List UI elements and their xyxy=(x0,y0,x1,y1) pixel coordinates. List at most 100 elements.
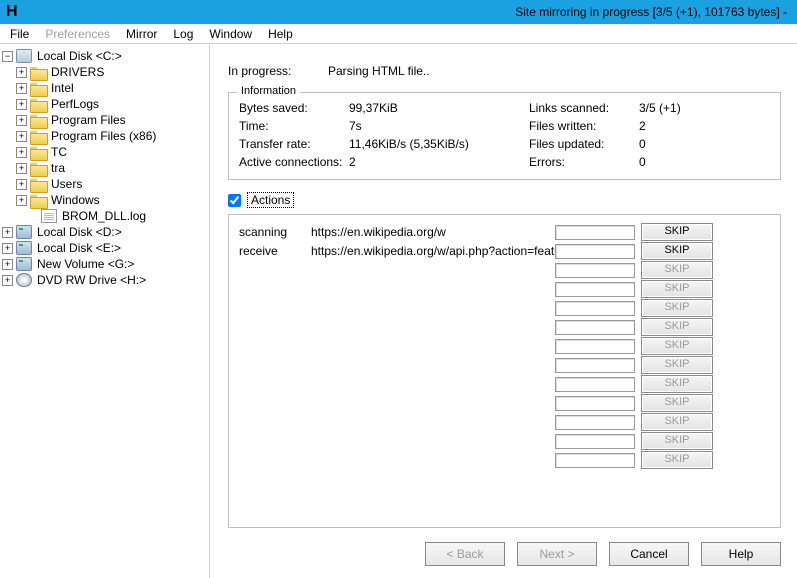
action-row: SKIP xyxy=(239,280,770,298)
skip-button: SKIP xyxy=(641,375,713,393)
information-group: Information Bytes saved:99,37KiBLinks sc… xyxy=(228,92,781,180)
expand-icon[interactable]: + xyxy=(16,131,27,142)
skip-button: SKIP xyxy=(641,299,713,317)
tree-node-file[interactable]: BROM_DLL.log xyxy=(0,208,209,224)
expand-icon[interactable]: + xyxy=(16,147,27,158)
information-legend: Information xyxy=(237,85,300,97)
action-row: SKIP xyxy=(239,299,770,317)
action-progress xyxy=(555,396,635,411)
tree-node-folder[interactable]: + Windows xyxy=(0,192,209,208)
expand-icon[interactable]: + xyxy=(16,163,27,174)
help-button[interactable]: Help xyxy=(701,542,781,566)
in-progress-label: In progress: xyxy=(228,64,328,78)
info-cell: Errors: xyxy=(529,155,639,169)
action-progress xyxy=(555,358,635,373)
skip-button: SKIP xyxy=(641,337,713,355)
skip-button: SKIP xyxy=(641,413,713,431)
expand-icon[interactable]: + xyxy=(2,259,13,270)
tree-node-folder[interactable]: + Intel xyxy=(0,80,209,96)
info-cell: Time: xyxy=(239,119,349,133)
action-progress xyxy=(555,434,635,449)
tree-label: Local Disk <E:> xyxy=(35,241,123,255)
actions-checkbox[interactable] xyxy=(228,194,241,207)
action-url: https://en.wikipedia.org/w/api.php?actio… xyxy=(311,244,555,258)
skip-button: SKIP xyxy=(641,394,713,412)
action-progress xyxy=(555,282,635,297)
menu-mirror[interactable]: Mirror xyxy=(118,25,165,43)
menu-preferences: Preferences xyxy=(37,25,118,43)
tree-node-folder[interactable]: + Program Files (x86) xyxy=(0,128,209,144)
main-panel: In progress: Parsing HTML file.. Informa… xyxy=(210,44,797,578)
tree-node-folder[interactable]: +TC xyxy=(0,144,209,160)
tree-node-folder[interactable]: +Users xyxy=(0,176,209,192)
info-cell: 11,46KiB/s (5,35KiB/s) xyxy=(349,137,529,151)
action-row: receivehttps://en.wikipedia.org/w/api.ph… xyxy=(239,242,770,260)
tree-label: Intel xyxy=(49,81,76,95)
tree-node-folder[interactable]: + DRIVERS xyxy=(0,64,209,80)
tree-node-drive[interactable]: + New Volume <G:> xyxy=(0,256,209,272)
tree-label: Local Disk <D:> xyxy=(35,225,124,239)
skip-button[interactable]: SKIP xyxy=(641,223,713,241)
tree-node-folder[interactable]: + Program Files xyxy=(0,112,209,128)
tree-label: Program Files xyxy=(49,113,128,127)
folder-icon xyxy=(30,193,46,207)
expand-icon[interactable]: + xyxy=(16,67,27,78)
folder-icon xyxy=(30,65,46,79)
action-row: SKIP xyxy=(239,375,770,393)
info-cell: 0 xyxy=(639,155,699,169)
tree-node-folder[interactable]: +tra xyxy=(0,160,209,176)
expand-icon[interactable]: + xyxy=(16,115,27,126)
menu-window[interactable]: Window xyxy=(201,25,260,43)
folder-icon xyxy=(30,113,46,127)
disk-icon xyxy=(16,49,32,63)
skip-button: SKIP xyxy=(641,261,713,279)
tree-node-drive[interactable]: + Local Disk <E:> xyxy=(0,240,209,256)
expand-icon[interactable]: + xyxy=(16,195,27,206)
action-row: SKIP xyxy=(239,451,770,469)
action-row: SKIP xyxy=(239,261,770,279)
tree-node-drive[interactable]: + DVD RW Drive <H:> xyxy=(0,272,209,288)
drive-icon xyxy=(16,241,32,255)
expand-icon[interactable]: + xyxy=(16,83,27,94)
folder-icon xyxy=(30,177,46,191)
drive-icon xyxy=(16,273,32,287)
cancel-button[interactable]: Cancel xyxy=(609,542,689,566)
expand-icon[interactable]: + xyxy=(2,227,13,238)
expand-icon[interactable]: + xyxy=(16,99,27,110)
window-title: Site mirroring in progress [3/5 (+1), 10… xyxy=(515,5,791,19)
tree-label: DVD RW Drive <H:> xyxy=(35,273,148,287)
action-progress xyxy=(555,377,635,392)
expand-icon[interactable]: + xyxy=(2,275,13,286)
menu-help[interactable]: Help xyxy=(260,25,301,43)
tree-label: Windows xyxy=(49,193,102,207)
tree-node-folder[interactable]: +PerfLogs xyxy=(0,96,209,112)
back-button: < Back xyxy=(425,542,505,566)
collapse-icon[interactable]: − xyxy=(2,51,13,62)
action-progress xyxy=(555,225,635,240)
menu-log[interactable]: Log xyxy=(165,25,201,43)
action-row: SKIP xyxy=(239,432,770,450)
drive-icon xyxy=(16,225,32,239)
action-url: https://en.wikipedia.org/w xyxy=(311,225,555,239)
action-row: SKIP xyxy=(239,413,770,431)
next-button: Next > xyxy=(517,542,597,566)
expand-icon[interactable]: + xyxy=(2,243,13,254)
tree-label: BROM_DLL.log xyxy=(60,209,148,223)
expand-icon[interactable]: + xyxy=(16,179,27,190)
info-cell: 3/5 (+1) xyxy=(639,101,699,115)
action-progress xyxy=(555,263,635,278)
info-cell: Transfer rate: xyxy=(239,137,349,151)
action-progress xyxy=(555,453,635,468)
tree-label: DRIVERS xyxy=(49,65,106,79)
action-progress xyxy=(555,320,635,335)
action-row: SKIP xyxy=(239,394,770,412)
tree-node-drive[interactable]: + Local Disk <D:> xyxy=(0,224,209,240)
menu-file[interactable]: File xyxy=(2,25,37,43)
folder-tree[interactable]: − Local Disk <C:> + DRIVERS + Intel+PerfLog… xyxy=(0,44,210,578)
tree-label: New Volume <G:> xyxy=(35,257,136,271)
tree-label: Program Files (x86) xyxy=(49,129,158,143)
info-cell: 0 xyxy=(639,137,699,151)
skip-button[interactable]: SKIP xyxy=(641,242,713,260)
tree-node-root[interactable]: − Local Disk <C:> xyxy=(0,48,209,64)
info-cell: Files updated: xyxy=(529,137,639,151)
